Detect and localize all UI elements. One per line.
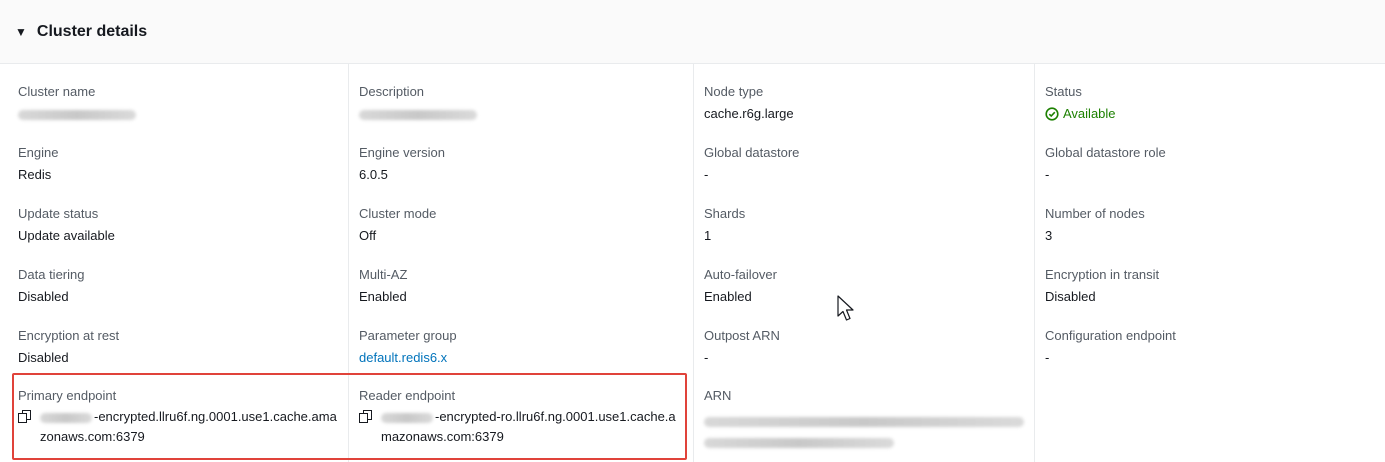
field-label: Encryption in transit	[1045, 267, 1160, 282]
field-value: Redis	[18, 167, 52, 182]
details-column-4: Status Available Global datastore role -…	[1034, 64, 1385, 462]
field-label: Primary endpoint	[18, 388, 117, 403]
details-column-3: Node type cache.r6g.large Global datasto…	[693, 64, 1034, 462]
field-cluster-mode: Cluster mode Off	[349, 205, 693, 244]
field-data-tiering: Data tiering Disabled	[0, 266, 348, 305]
field-value: -	[704, 167, 709, 182]
field-value: -	[704, 350, 709, 365]
field-arn: ARN	[694, 387, 1034, 448]
field-label: Update status	[18, 206, 99, 221]
field-value: Disabled	[18, 350, 69, 365]
field-update-status: Update status Update available	[0, 205, 348, 244]
description-value-redacted	[359, 105, 685, 122]
field-label: Outpost ARN	[704, 328, 780, 343]
details-column-1: Cluster name Engine Redis Update status …	[0, 64, 348, 462]
cluster-details-panel: ▼ Cluster details Cluster name Engine Re…	[0, 0, 1385, 462]
field-encryption-at-rest: Encryption at rest Disabled	[0, 327, 348, 366]
endpoint-text-continued: mazonaws.com:6379	[381, 429, 504, 444]
field-label: Auto-failover	[704, 267, 777, 282]
field-reader-endpoint: Reader endpoint -encrypted-ro.llru6f.ng.…	[349, 387, 693, 447]
field-label: Global datastore	[704, 145, 800, 160]
field-label: Engine version	[359, 145, 445, 160]
field-label: Description	[359, 84, 425, 99]
field-auto-failover: Auto-failover Enabled	[694, 266, 1034, 305]
field-engine-version: Engine version 6.0.5	[349, 144, 693, 183]
field-label: Node type	[704, 84, 764, 99]
field-value: -	[1045, 350, 1050, 365]
field-value: Disabled	[1045, 289, 1096, 304]
field-label: Cluster mode	[359, 206, 437, 221]
field-value: 3	[1045, 228, 1053, 243]
reader-endpoint-value: -encrypted-ro.llru6f.ng.0001.use1.cache.…	[359, 407, 685, 447]
field-parameter-group: Parameter group default.redis6.x	[349, 327, 693, 366]
field-label: Configuration endpoint	[1045, 328, 1176, 343]
status-badge: Available	[1045, 105, 1377, 122]
field-global-datastore-role: Global datastore role -	[1035, 144, 1385, 183]
field-label: Reader endpoint	[359, 388, 456, 403]
field-value: Off	[359, 228, 377, 243]
endpoint-text-continued: zonaws.com:6379	[40, 429, 145, 444]
cluster-details-header[interactable]: ▼ Cluster details	[0, 0, 1385, 64]
field-label: Data tiering	[18, 267, 85, 282]
field-label: Multi-AZ	[359, 267, 408, 282]
field-label: ARN	[704, 388, 732, 403]
field-outpost-arn: Outpost ARN -	[694, 327, 1034, 366]
field-label: Shards	[704, 206, 746, 221]
field-value: Update available	[18, 228, 115, 243]
field-status: Status Available	[1035, 83, 1385, 122]
field-number-of-nodes: Number of nodes 3	[1035, 205, 1385, 244]
field-description: Description	[349, 83, 693, 122]
details-column-2: Description Engine version 6.0.5 Cluster…	[348, 64, 693, 462]
field-value: Disabled	[18, 289, 69, 304]
field-global-datastore: Global datastore -	[694, 144, 1034, 183]
field-value: Enabled	[359, 289, 407, 304]
field-label: Cluster name	[18, 84, 96, 99]
field-cluster-name: Cluster name	[0, 83, 348, 122]
field-node-type: Node type cache.r6g.large	[694, 83, 1034, 122]
cluster-name-value-redacted	[18, 105, 340, 122]
field-configuration-endpoint: Configuration endpoint -	[1035, 327, 1385, 366]
field-label: Number of nodes	[1045, 206, 1145, 221]
field-label: Encryption at rest	[18, 328, 120, 343]
collapse-caret-icon[interactable]: ▼	[15, 25, 27, 39]
field-value: 1	[704, 228, 712, 243]
field-label: Status	[1045, 84, 1082, 99]
check-circle-icon	[1045, 106, 1059, 121]
endpoint-text: -encrypted-ro.llru6f.ng.0001.use1.cache.…	[435, 409, 676, 424]
field-label: Engine	[18, 145, 59, 160]
field-shards: Shards 1	[694, 205, 1034, 244]
copy-icon[interactable]	[359, 410, 373, 424]
field-label: Parameter group	[359, 328, 457, 343]
copy-icon[interactable]	[18, 410, 32, 424]
parameter-group-link[interactable]: default.redis6.x	[359, 349, 685, 366]
primary-endpoint-value: -encrypted.llru6f.ng.0001.use1.cache.ama…	[18, 407, 340, 447]
field-engine: Engine Redis	[0, 144, 348, 183]
field-value: Enabled	[704, 289, 752, 304]
status-text: Available	[1063, 106, 1116, 121]
mouse-pointer-icon	[837, 295, 854, 321]
field-value: 6.0.5	[359, 167, 388, 182]
endpoint-text: -encrypted.llru6f.ng.0001.use1.cache.ama	[94, 409, 337, 424]
section-title: Cluster details	[36, 22, 148, 40]
field-value: cache.r6g.large	[704, 106, 794, 121]
field-label: Global datastore role	[1045, 145, 1166, 160]
field-primary-endpoint: Primary endpoint -encrypted.llru6f.ng.00…	[0, 387, 348, 447]
arn-value-redacted	[704, 412, 1026, 448]
field-encryption-in-transit: Encryption in transit Disabled	[1035, 266, 1385, 305]
field-value: -	[1045, 167, 1050, 182]
field-multi-az: Multi-AZ Enabled	[349, 266, 693, 305]
